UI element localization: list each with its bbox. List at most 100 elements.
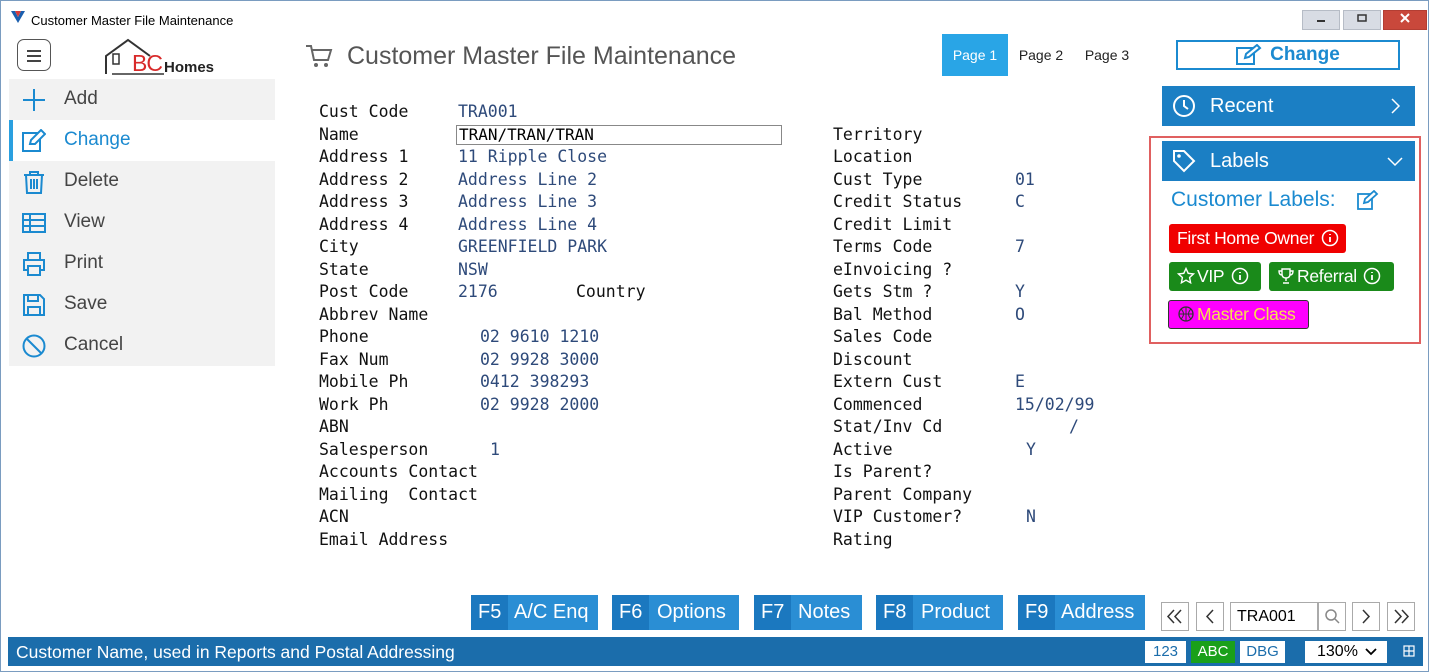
sidebar-item-save[interactable]: Save xyxy=(9,284,275,325)
fkey-key: F8 xyxy=(876,595,914,630)
label-commenced: Commenced xyxy=(833,395,923,414)
vip-customer-value[interactable]: N xyxy=(1026,507,1036,526)
search-button[interactable] xyxy=(1318,602,1346,631)
stat-inv-cd-value[interactable]: / xyxy=(1069,417,1079,436)
address2-value[interactable]: Address Line 2 xyxy=(458,170,597,189)
minimize-icon xyxy=(1317,20,1325,22)
edit-icon xyxy=(1236,43,1262,65)
close-button[interactable] xyxy=(1383,10,1427,30)
cust-type-value[interactable]: 01 xyxy=(1015,170,1035,189)
sidebar-item-delete[interactable]: Delete xyxy=(9,161,275,202)
commenced-value[interactable]: 15/02/99 xyxy=(1015,395,1094,414)
restore-icon xyxy=(1357,14,1367,22)
zoom-value: 130% xyxy=(1317,643,1358,660)
page-title: Customer Master File Maintenance xyxy=(347,42,737,70)
label-sales-code: Sales Code xyxy=(833,327,933,346)
chevron-down-icon xyxy=(1365,648,1377,656)
trash-icon xyxy=(24,171,44,194)
label-discount: Discount xyxy=(833,350,913,369)
sidebar-item-print[interactable]: Print xyxy=(9,243,275,284)
sidebar-item-add[interactable]: Add xyxy=(9,79,275,120)
active-value[interactable]: Y xyxy=(1026,440,1036,459)
cancel-icon xyxy=(22,334,46,358)
phone-value[interactable]: 02 9610 1210 xyxy=(480,327,599,346)
address3-value[interactable]: Address Line 3 xyxy=(458,192,597,211)
tab-page-2[interactable]: Page 2 xyxy=(1011,34,1071,76)
f8-product-button[interactable]: F8 Product xyxy=(876,595,1003,630)
f7-notes-button[interactable]: F7 Notes xyxy=(754,595,862,630)
salesperson-value[interactable]: 1 xyxy=(490,440,500,459)
name-field[interactable]: TRAN/TRAN/TRAN xyxy=(456,125,782,145)
fkey-label: Product xyxy=(921,601,990,623)
first-record-button[interactable] xyxy=(1161,602,1189,631)
printer-icon xyxy=(23,252,45,276)
sidebar-item-cancel[interactable]: Cancel xyxy=(9,325,275,366)
plus-icon xyxy=(23,89,45,111)
chevron-left-icon xyxy=(1205,609,1214,624)
tag-text: Referral xyxy=(1297,266,1357,286)
label-city: City xyxy=(319,237,359,256)
menu-button[interactable] xyxy=(17,39,51,71)
minimize-button[interactable] xyxy=(1302,10,1340,30)
recent-panel-header[interactable]: Recent xyxy=(1162,86,1415,126)
gets-stm-value[interactable]: Y xyxy=(1015,282,1025,301)
label-tag-first-home-owner[interactable]: First Home Owner xyxy=(1169,224,1346,253)
abc-mode-badge[interactable]: ABC xyxy=(1191,641,1235,663)
numeric-mode-badge[interactable]: 123 xyxy=(1145,641,1186,663)
bal-method-value[interactable]: O xyxy=(1015,305,1025,324)
mobile-value[interactable]: 0412 398293 xyxy=(480,372,589,391)
fax-value[interactable]: 02 9928 3000 xyxy=(480,350,599,369)
record-search-input[interactable]: TRA001 xyxy=(1230,602,1318,631)
label-acn: ACN xyxy=(319,507,349,526)
chevron-right-icon xyxy=(1362,609,1371,624)
close-icon xyxy=(1400,13,1410,23)
f5-ac-enq-button[interactable]: F5 A/C Enq xyxy=(471,595,598,630)
next-record-button[interactable] xyxy=(1352,602,1380,631)
terms-code-value[interactable]: 7 xyxy=(1015,237,1025,256)
label-location: Location xyxy=(833,147,913,166)
label-name: Name xyxy=(319,125,359,144)
double-chevron-left-icon xyxy=(1166,609,1182,624)
status-message: Customer Name, used in Reports and Posta… xyxy=(16,642,455,662)
label-phone: Phone xyxy=(319,327,369,346)
sidebar-item-label: Cancel xyxy=(64,334,124,355)
address4-value[interactable]: Address Line 4 xyxy=(458,215,597,234)
star-icon xyxy=(1176,266,1196,285)
extern-cust-value[interactable]: E xyxy=(1015,372,1025,391)
label-post-code: Post Code xyxy=(319,282,409,301)
label-tag-referral[interactable]: Referral xyxy=(1269,262,1394,291)
state-value[interactable]: NSW xyxy=(458,260,488,279)
fkey-label: Notes xyxy=(798,601,851,623)
post-code-value[interactable]: 2176 xyxy=(458,282,498,301)
city-value[interactable]: GREENFIELD PARK xyxy=(458,237,607,256)
label-active: Active xyxy=(833,440,893,459)
sidebar-item-view[interactable]: View xyxy=(9,202,275,243)
double-chevron-right-icon xyxy=(1394,609,1410,624)
zoom-select[interactable]: 130% xyxy=(1305,641,1387,663)
search-icon xyxy=(1325,609,1340,624)
edit-labels-icon[interactable] xyxy=(1357,190,1379,210)
labels-panel-header[interactable]: Labels xyxy=(1162,141,1415,181)
sidebar-item-change[interactable]: Change xyxy=(9,120,275,161)
f9-address-button[interactable]: F9 Address xyxy=(1018,595,1145,630)
label-tag-master-class[interactable]: Master Class xyxy=(1168,300,1309,329)
label-tag-vip[interactable]: VIP xyxy=(1169,262,1261,291)
label-country: Country xyxy=(576,282,646,301)
logo-homes-text: Homes xyxy=(164,59,215,76)
debug-badge[interactable]: DBG xyxy=(1240,641,1285,663)
label-extern-cust: Extern Cust xyxy=(833,372,943,391)
info-icon xyxy=(1231,267,1248,285)
work-ph-value[interactable]: 02 9928 2000 xyxy=(480,395,599,414)
previous-record-button[interactable] xyxy=(1196,602,1224,631)
tab-page-1[interactable]: Page 1 xyxy=(942,34,1008,76)
tab-page-3[interactable]: Page 3 xyxy=(1077,34,1137,76)
address1-value[interactable]: 11 Ripple Close xyxy=(458,147,607,166)
last-record-button[interactable] xyxy=(1387,602,1415,631)
f6-options-button[interactable]: F6 Options xyxy=(612,595,739,630)
layout-grip-icon[interactable] xyxy=(1402,644,1416,658)
label-address-1: Address 1 xyxy=(319,147,409,166)
credit-status-value[interactable]: C xyxy=(1015,192,1025,211)
labels-label: Labels xyxy=(1210,150,1269,172)
maximize-button[interactable] xyxy=(1343,10,1381,30)
hamburger-icon xyxy=(27,50,41,52)
